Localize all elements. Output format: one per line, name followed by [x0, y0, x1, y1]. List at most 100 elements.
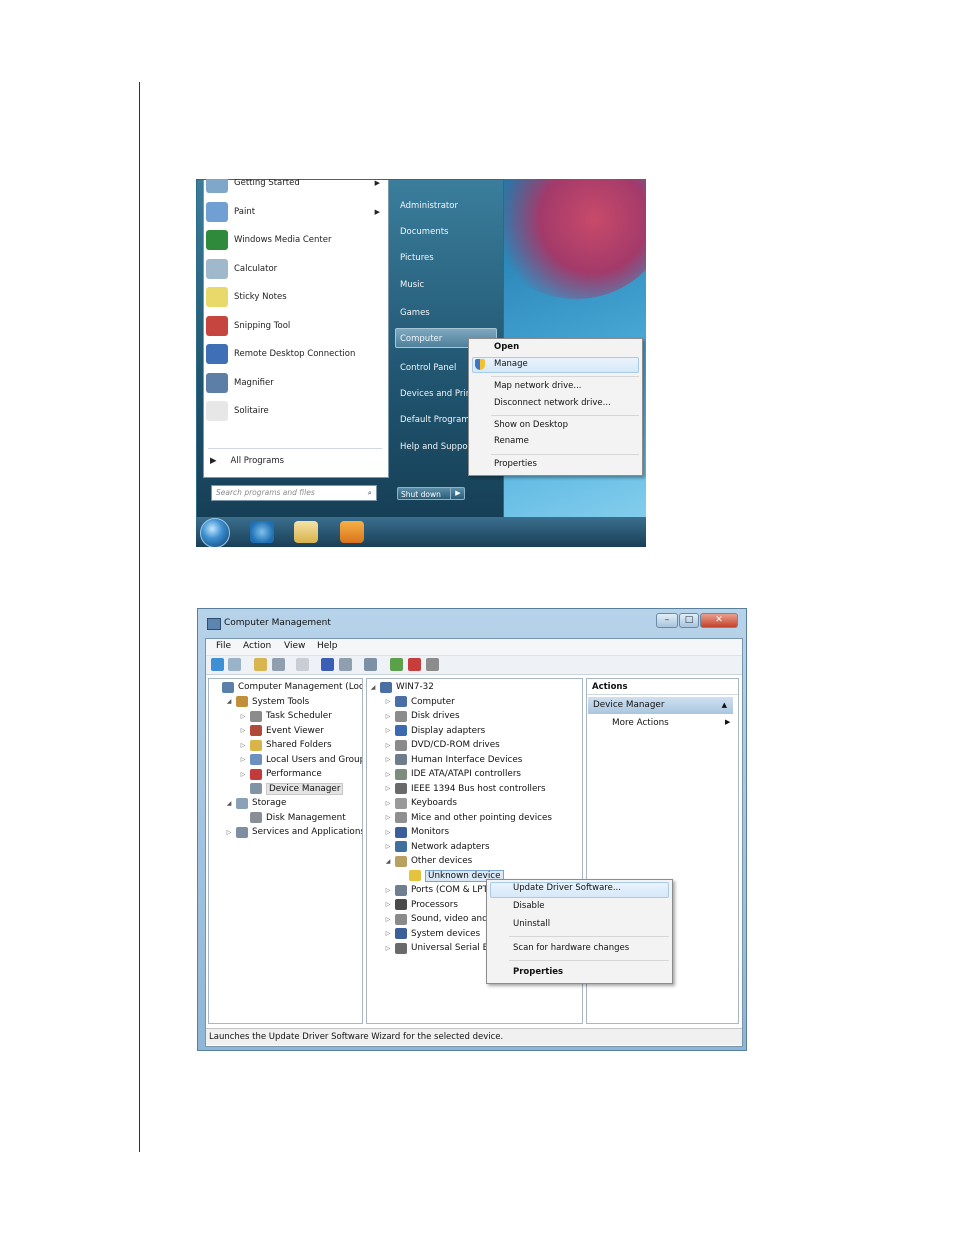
- program-item-calculator[interactable]: Calculator: [206, 257, 384, 281]
- device-category-dvd-cd-rom-drives[interactable]: ▷ DVD/CD-ROM drives: [384, 738, 500, 752]
- expand-icon[interactable]: ▷: [384, 771, 392, 778]
- expand-icon[interactable]: ▷: [384, 814, 392, 821]
- tree-item-local-users-and-groups[interactable]: ▷ Local Users and Groups: [239, 753, 362, 767]
- device-category-other-devices[interactable]: ◢ Other devices: [384, 854, 472, 868]
- context-item-open[interactable]: Open: [469, 342, 642, 356]
- device-category-monitors[interactable]: ▷ Monitors: [384, 825, 449, 839]
- device-category-ieee-1394-bus-host-controllers[interactable]: ▷ IEEE 1394 Bus host controllers: [384, 782, 546, 796]
- expand-icon[interactable]: ▷: [384, 742, 392, 749]
- expand-icon[interactable]: ▷: [384, 698, 392, 705]
- expand-icon[interactable]: ▷: [384, 785, 392, 792]
- help-icon[interactable]: [321, 658, 334, 671]
- start-item-administrator[interactable]: Administrator: [400, 201, 458, 211]
- shut-down-options-icon[interactable]: ▶: [450, 487, 465, 500]
- program-item-getting-started[interactable]: Getting Started ▶: [206, 179, 384, 195]
- expand-icon[interactable]: ▷: [384, 887, 392, 894]
- program-item-magnifier[interactable]: Magnifier: [206, 371, 384, 395]
- tree-item-performance[interactable]: ▷ Performance: [239, 767, 322, 781]
- device-category-disk-drives[interactable]: ▷ Disk drives: [384, 709, 460, 723]
- device-category-network-adapters[interactable]: ▷ Network adapters: [384, 840, 490, 854]
- device-category-ide-ata-atapi-controllers[interactable]: ▷ IDE ATA/ATAPI controllers: [384, 767, 521, 781]
- uninstall-icon[interactable]: [408, 658, 421, 671]
- expand-icon[interactable]: ▷: [384, 713, 392, 720]
- device-category-human-interface-devices[interactable]: ▷ Human Interface Devices: [384, 753, 522, 767]
- context-item-disable[interactable]: Disable: [487, 901, 672, 915]
- more-actions-item[interactable]: More Actions ▶: [612, 718, 730, 728]
- start-search-input[interactable]: Search programs and files ⌕: [211, 485, 377, 501]
- device-category-mice-and-other-pointing-devices[interactable]: ▷ Mice and other pointing devices: [384, 811, 552, 825]
- expand-icon[interactable]: ▷: [239, 771, 247, 778]
- update-driver-icon[interactable]: [390, 658, 403, 671]
- start-item-computer[interactable]: Computer: [400, 334, 442, 344]
- internet-explorer-icon[interactable]: [250, 521, 274, 543]
- device-category-computer[interactable]: ▷ Computer: [384, 695, 455, 709]
- expand-icon[interactable]: ▷: [384, 916, 392, 923]
- tree-item-shared-folders[interactable]: ▷ Shared Folders: [239, 738, 332, 752]
- menu-help[interactable]: Help: [317, 641, 338, 651]
- context-item-manage[interactable]: Manage: [469, 359, 642, 373]
- show-hide-tree-icon[interactable]: [272, 658, 285, 671]
- tree-item-task-scheduler[interactable]: ▷ Task Scheduler: [239, 709, 332, 723]
- expand-icon[interactable]: ▷: [384, 901, 392, 908]
- start-item-music[interactable]: Music: [400, 280, 424, 290]
- start-orb-icon[interactable]: [200, 518, 230, 547]
- tree-item-computer-management-local[interactable]: Computer Management (Local: [211, 680, 362, 694]
- collapse-up-icon[interactable]: ▲: [722, 697, 727, 714]
- expand-icon[interactable]: ▷: [384, 829, 392, 836]
- context-item-uninstall[interactable]: Uninstall: [487, 919, 672, 933]
- file-explorer-icon[interactable]: [294, 521, 318, 543]
- context-item-properties[interactable]: Properties: [469, 459, 642, 473]
- start-item-documents[interactable]: Documents: [400, 227, 448, 237]
- tree-item-event-viewer[interactable]: ▷ Event Viewer: [239, 724, 324, 738]
- expand-icon[interactable]: ▷: [239, 727, 247, 734]
- expand-icon[interactable]: ▷: [239, 756, 247, 763]
- all-programs-button[interactable]: ▶ All Programs: [210, 456, 284, 466]
- device-category-system-devices[interactable]: ▷ System devices: [384, 927, 480, 941]
- action-pane-icon[interactable]: [339, 658, 352, 671]
- menu-action[interactable]: Action: [243, 641, 271, 651]
- forward-icon[interactable]: [228, 658, 241, 671]
- context-item-map-network-drive[interactable]: Map network drive...: [469, 381, 642, 395]
- collapse-icon[interactable]: ◢: [369, 684, 377, 691]
- tree-item-storage[interactable]: ◢ Storage: [225, 796, 286, 810]
- collapse-icon[interactable]: ◢: [225, 800, 233, 807]
- minimize-button[interactable]: –: [656, 613, 678, 628]
- start-item-control-panel[interactable]: Control Panel: [400, 363, 456, 373]
- device-root[interactable]: ◢ WIN7-32: [369, 680, 434, 694]
- device-category-ports-com-lpt[interactable]: ▷ Ports (COM & LPT): [384, 883, 491, 897]
- menu-view[interactable]: View: [284, 641, 305, 651]
- program-item-remote-desktop-connection[interactable]: Remote Desktop Connection: [206, 342, 384, 366]
- program-item-paint[interactable]: Paint ▶: [206, 200, 384, 224]
- expand-icon[interactable]: ▷: [239, 713, 247, 720]
- expand-icon[interactable]: ▷: [384, 756, 392, 763]
- context-item-properties[interactable]: Properties: [487, 967, 672, 981]
- maximize-button[interactable]: □: [679, 613, 699, 628]
- program-item-sticky-notes[interactable]: Sticky Notes: [206, 285, 384, 309]
- start-item-default-programs[interactable]: Default Programs: [400, 415, 474, 425]
- disable-device-icon[interactable]: [426, 658, 439, 671]
- tree-item-disk-management[interactable]: Disk Management: [239, 811, 346, 825]
- device-category-display-adapters[interactable]: ▷ Display adapters: [384, 724, 485, 738]
- context-item-show-on-desktop[interactable]: Show on Desktop: [469, 420, 642, 434]
- up-folder-icon[interactable]: [254, 658, 267, 671]
- program-item-solitaire[interactable]: Solitaire: [206, 399, 384, 423]
- context-item-rename[interactable]: Rename: [469, 436, 642, 450]
- program-item-snipping-tool[interactable]: Snipping Tool: [206, 314, 384, 338]
- export-list-icon[interactable]: [296, 658, 309, 671]
- start-item-help-and-support[interactable]: Help and Support: [400, 442, 474, 452]
- device-category-processors[interactable]: ▷ Processors: [384, 898, 458, 912]
- actions-device-manager[interactable]: Device Manager ▲: [588, 697, 733, 714]
- expand-icon[interactable]: ▷: [239, 742, 247, 749]
- start-item-games[interactable]: Games: [400, 308, 430, 318]
- start-item-pictures[interactable]: Pictures: [400, 253, 434, 263]
- expand-icon[interactable]: ▷: [384, 727, 392, 734]
- media-player-icon[interactable]: [340, 521, 364, 543]
- back-icon[interactable]: [211, 658, 224, 671]
- device-category-keyboards[interactable]: ▷ Keyboards: [384, 796, 457, 810]
- menu-file[interactable]: File: [216, 641, 231, 651]
- context-item-scan-for-hardware-changes[interactable]: Scan for hardware changes: [487, 943, 672, 957]
- tree-item-device-manager[interactable]: Device Manager: [239, 782, 344, 796]
- collapse-icon[interactable]: ◢: [384, 858, 392, 865]
- expand-icon[interactable]: ▷: [384, 930, 392, 937]
- program-item-windows-media-center[interactable]: Windows Media Center: [206, 228, 384, 252]
